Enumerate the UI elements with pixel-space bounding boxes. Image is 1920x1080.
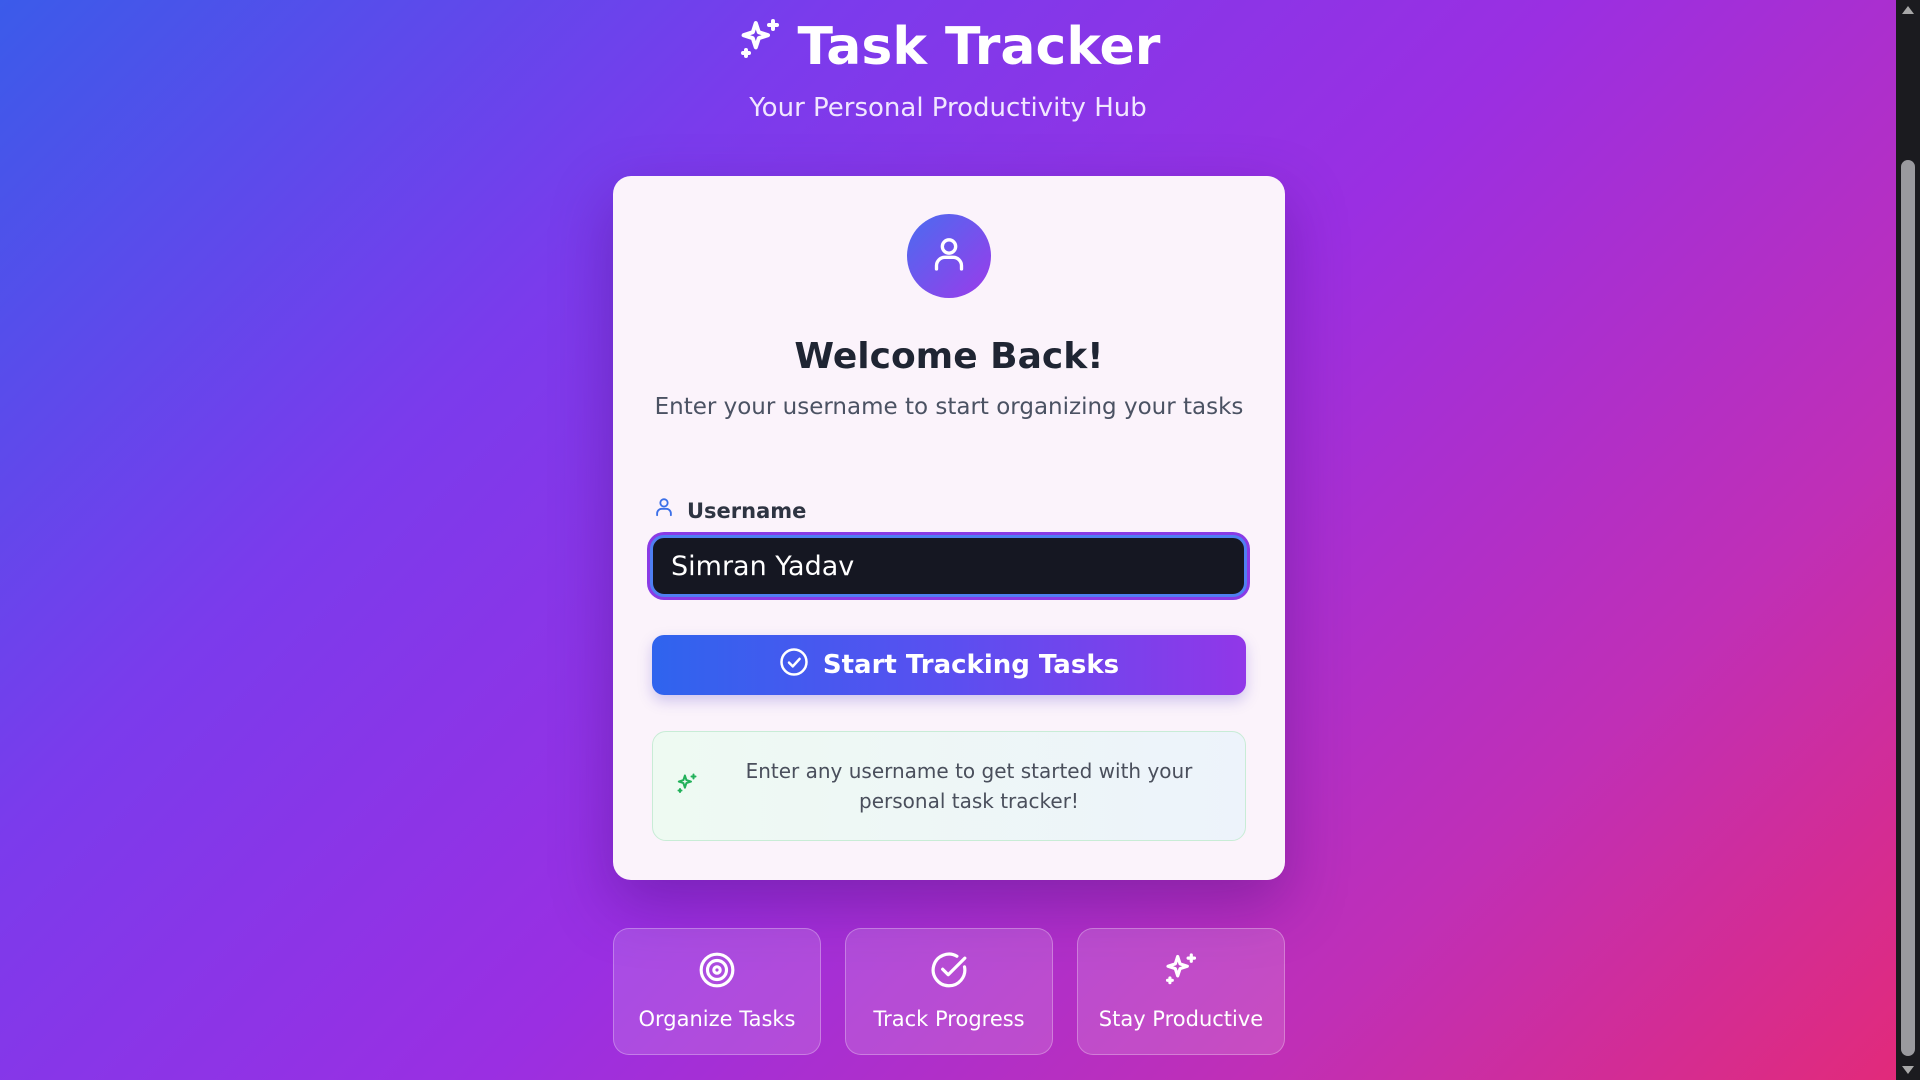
app-title-text: Task Tracker [797,17,1161,77]
app-title: Task Tracker [0,12,1896,82]
scroll-up-arrow-icon[interactable] [1902,6,1914,14]
welcome-heading: Welcome Back! [794,336,1104,377]
hint-text: Enter any username to get started with y… [745,759,1193,813]
check-circle-icon [779,647,809,684]
username-label-text: Username [687,498,807,523]
login-card: Welcome Back! Enter your username to sta… [613,176,1285,880]
user-icon [929,234,969,278]
feature-track-progress[interactable]: Track Progress [845,928,1053,1055]
feature-label: Track Progress [873,1006,1025,1031]
sparkles-icon [1162,951,1200,993]
target-icon [698,951,736,993]
app-subtitle: Your Personal Productivity Hub [749,93,1147,123]
user-icon [653,496,675,525]
feature-label: Stay Productive [1098,1006,1264,1031]
avatar [907,214,991,298]
sparkles-icon [675,772,699,800]
scroll-thumb[interactable] [1901,160,1915,1056]
sparkles-icon [736,12,784,82]
check-circle-icon [930,951,968,993]
scroll-down-arrow-icon[interactable] [1902,1066,1914,1074]
hint-box: Enter any username to get started with y… [652,731,1246,841]
feature-organize-tasks[interactable]: Organize Tasks [613,928,821,1055]
login-page: Task Tracker Your Personal Productivity … [0,0,1920,1080]
start-tracking-label: Start Tracking Tasks [822,650,1120,680]
feature-tiles: Organize Tasks Track Progress Stay Produ… [613,928,1285,1055]
vertical-scrollbar[interactable] [1896,0,1920,1080]
feature-stay-productive[interactable]: Stay Productive [1077,928,1285,1055]
username-input[interactable] [650,535,1247,597]
username-label: Username [653,496,806,525]
welcome-description: Enter your username to start organizing … [654,394,1244,420]
start-tracking-button[interactable]: Start Tracking Tasks [652,635,1246,695]
feature-label: Organize Tasks [638,1006,796,1031]
